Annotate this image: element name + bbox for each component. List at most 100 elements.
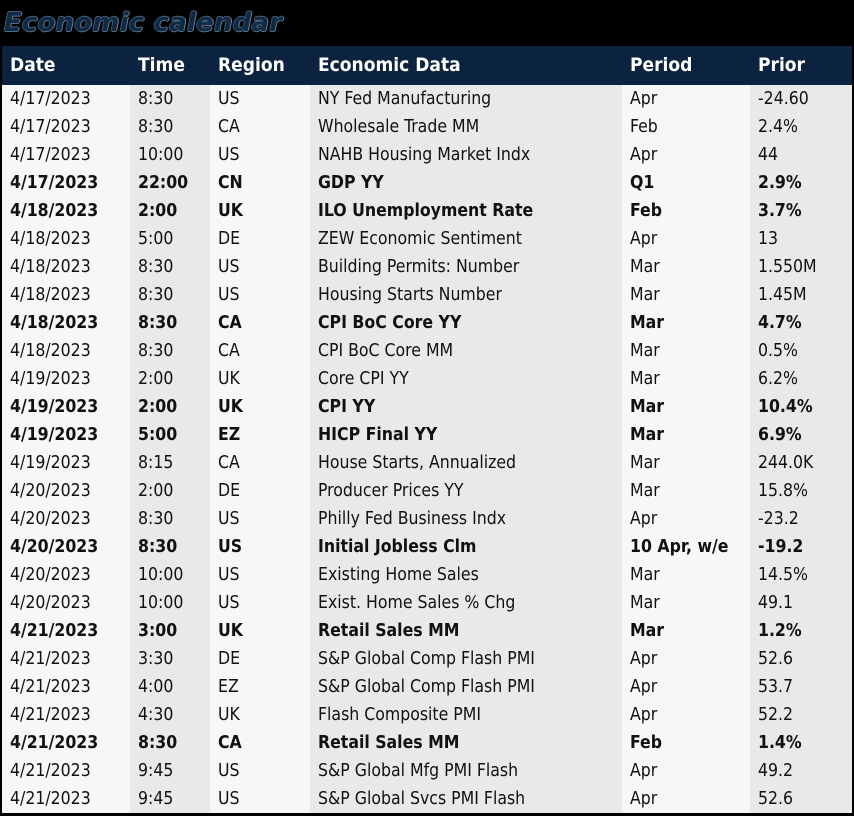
cell-region: CA xyxy=(210,449,310,477)
cell-time: 2:00 xyxy=(130,393,210,421)
cell-prior: 52.2 xyxy=(750,701,854,729)
cell-economic-data: Initial Jobless Clm xyxy=(310,533,622,561)
cell-date: 4/21/2023 xyxy=(2,701,130,729)
column-header-period[interactable]: Period xyxy=(622,46,750,85)
cell-date: 4/19/2023 xyxy=(2,449,130,477)
cell-prior: -23.2 xyxy=(750,505,854,533)
cell-date: 4/21/2023 xyxy=(2,757,130,785)
cell-date: 4/19/2023 xyxy=(2,421,130,449)
cell-time: 4:00 xyxy=(130,673,210,701)
table-row[interactable]: 4/18/20232:00UKILO Unemployment RateFeb3… xyxy=(2,197,854,225)
table-row[interactable]: 4/18/20235:00DEZEW Economic SentimentApr… xyxy=(2,225,854,253)
table-row[interactable]: 4/17/202310:00USNAHB Housing Market Indx… xyxy=(2,141,854,169)
table-row[interactable]: 4/18/20238:30CACPI BoC Core MMMar0.5% xyxy=(2,337,854,365)
cell-period: Apr xyxy=(622,85,750,113)
cell-prior: 6.2% xyxy=(750,365,854,393)
table-row[interactable]: 4/17/202322:00CNGDP YYQ12.9% xyxy=(2,169,854,197)
cell-time: 8:30 xyxy=(130,85,210,113)
cell-region: CA xyxy=(210,337,310,365)
cell-economic-data: Building Permits: Number xyxy=(310,253,622,281)
cell-economic-data: S&P Global Comp Flash PMI xyxy=(310,645,622,673)
cell-time: 22:00 xyxy=(130,169,210,197)
cell-period: Mar xyxy=(622,477,750,505)
cell-time: 5:00 xyxy=(130,225,210,253)
column-header-economic-data[interactable]: Economic Data xyxy=(310,46,622,85)
table-row[interactable]: 4/20/202310:00USExisting Home SalesMar14… xyxy=(2,561,854,589)
table-row[interactable]: 4/21/20234:30UKFlash Composite PMIApr52.… xyxy=(2,701,854,729)
cell-time: 8:30 xyxy=(130,253,210,281)
cell-economic-data: CPI BoC Core YY xyxy=(310,309,622,337)
cell-economic-data: S&P Global Comp Flash PMI xyxy=(310,673,622,701)
cell-economic-data: S&P Global Mfg PMI Flash xyxy=(310,757,622,785)
cell-period: Feb xyxy=(622,113,750,141)
table-row[interactable]: 4/21/20234:00EZS&P Global Comp Flash PMI… xyxy=(2,673,854,701)
table-row[interactable]: 4/18/20238:30USBuilding Permits: NumberM… xyxy=(2,253,854,281)
table-row[interactable]: 4/21/20233:30DES&P Global Comp Flash PMI… xyxy=(2,645,854,673)
table-row[interactable]: 4/18/20238:30USHousing Starts NumberMar1… xyxy=(2,281,854,309)
cell-prior: 44 xyxy=(750,141,854,169)
table-row[interactable]: 4/17/20238:30CAWholesale Trade MMFeb2.4% xyxy=(2,113,854,141)
cell-economic-data: NY Fed Manufacturing xyxy=(310,85,622,113)
cell-period: Apr xyxy=(622,505,750,533)
cell-economic-data: CPI BoC Core MM xyxy=(310,337,622,365)
table-row[interactable]: 4/20/20238:30USPhilly Fed Business IndxA… xyxy=(2,505,854,533)
table-header: Date Time Region Economic Data Period Pr… xyxy=(2,46,854,85)
cell-date: 4/20/2023 xyxy=(2,561,130,589)
column-header-date[interactable]: Date xyxy=(2,46,130,85)
cell-region: DE xyxy=(210,477,310,505)
cell-period: Mar xyxy=(622,253,750,281)
cell-region: US xyxy=(210,589,310,617)
cell-region: UK xyxy=(210,701,310,729)
cell-prior: 0.5% xyxy=(750,337,854,365)
table-row[interactable]: 4/21/20233:00UKRetail Sales MMMar1.2% xyxy=(2,617,854,645)
table-row[interactable]: 4/20/20232:00DEProducer Prices YYMar15.8… xyxy=(2,477,854,505)
cell-date: 4/17/2023 xyxy=(2,141,130,169)
cell-prior: 10.4% xyxy=(750,393,854,421)
cell-region: US xyxy=(210,85,310,113)
cell-region: UK xyxy=(210,393,310,421)
cell-time: 8:15 xyxy=(130,449,210,477)
cell-date: 4/21/2023 xyxy=(2,729,130,757)
cell-prior: -24.60 xyxy=(750,85,854,113)
table-row[interactable]: 4/21/20238:30CARetail Sales MMFeb1.4% xyxy=(2,729,854,757)
cell-region: US xyxy=(210,253,310,281)
cell-period: Apr xyxy=(622,673,750,701)
table-row[interactable]: 4/21/20239:45USS&P Global Mfg PMI FlashA… xyxy=(2,757,854,785)
calendar-table-container: Date Time Region Economic Data Period Pr… xyxy=(0,46,854,815)
cell-prior: 52.6 xyxy=(750,785,854,813)
column-header-time[interactable]: Time xyxy=(130,46,210,85)
cell-period: Mar xyxy=(622,617,750,645)
cell-date: 4/20/2023 xyxy=(2,589,130,617)
table-row[interactable]: 4/19/20235:00EZHICP Final YYMar6.9% xyxy=(2,421,854,449)
cell-region: CA xyxy=(210,113,310,141)
table-row[interactable]: 4/19/20238:15CAHouse Starts, AnnualizedM… xyxy=(2,449,854,477)
table-row[interactable]: 4/17/20238:30USNY Fed ManufacturingApr-2… xyxy=(2,85,854,113)
cell-prior: 1.4% xyxy=(750,729,854,757)
cell-prior: 49.2 xyxy=(750,757,854,785)
cell-region: US xyxy=(210,505,310,533)
column-header-region[interactable]: Region xyxy=(210,46,310,85)
table-row[interactable]: 4/21/20239:45USS&P Global Svcs PMI Flash… xyxy=(2,785,854,813)
cell-prior: 14.5% xyxy=(750,561,854,589)
cell-prior: 13 xyxy=(750,225,854,253)
table-row[interactable]: 4/19/20232:00UKCore CPI YYMar6.2% xyxy=(2,365,854,393)
cell-date: 4/20/2023 xyxy=(2,533,130,561)
cell-time: 3:00 xyxy=(130,617,210,645)
table-row[interactable]: 4/20/202310:00USExist. Home Sales % ChgM… xyxy=(2,589,854,617)
table-row[interactable]: 4/19/20232:00UKCPI YYMar10.4% xyxy=(2,393,854,421)
cell-time: 8:30 xyxy=(130,113,210,141)
cell-economic-data: Producer Prices YY xyxy=(310,477,622,505)
header-row: Date Time Region Economic Data Period Pr… xyxy=(2,46,854,85)
cell-economic-data: Housing Starts Number xyxy=(310,281,622,309)
cell-period: Mar xyxy=(622,393,750,421)
cell-prior: 244.0K xyxy=(750,449,854,477)
table-row[interactable]: 4/20/20238:30USInitial Jobless Clm10 Apr… xyxy=(2,533,854,561)
column-header-prior[interactable]: Prior xyxy=(750,46,854,85)
cell-period: Mar xyxy=(622,449,750,477)
cell-time: 10:00 xyxy=(130,561,210,589)
cell-region: DE xyxy=(210,645,310,673)
cell-period: Feb xyxy=(622,729,750,757)
table-row[interactable]: 4/18/20238:30CACPI BoC Core YYMar4.7% xyxy=(2,309,854,337)
cell-prior: 3.7% xyxy=(750,197,854,225)
cell-period: Apr xyxy=(622,701,750,729)
